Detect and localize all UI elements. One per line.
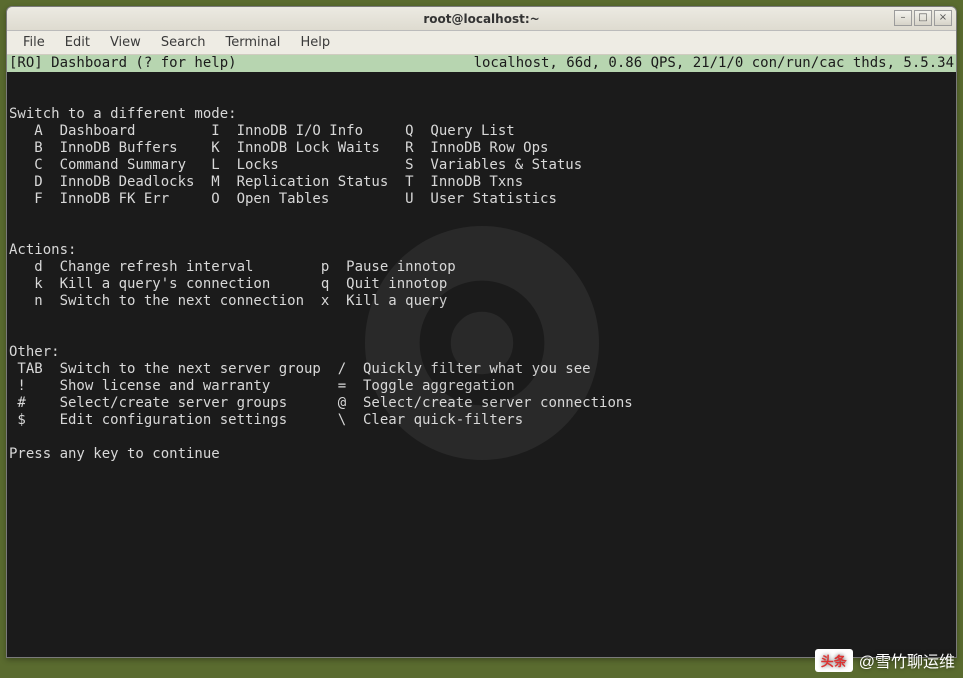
menu-edit[interactable]: Edit	[55, 33, 100, 52]
list-item: TAB Switch to the next server group / Qu…	[9, 361, 954, 378]
terminal-content: Switch to a different mode: A Dashboard …	[7, 72, 956, 480]
blank-line	[9, 89, 17, 105]
list-item: A Dashboard I InnoDB I/O Info Q Query Li…	[9, 123, 954, 140]
attribution-badge: 头条	[815, 649, 853, 672]
menu-terminal[interactable]: Terminal	[215, 33, 290, 52]
list-item: C Command Summary L Locks S Variables & …	[9, 157, 954, 174]
window-controls: – □ ×	[894, 10, 952, 26]
status-right: localhost, 66d, 0.86 QPS, 21/1/0 con/run…	[474, 55, 954, 72]
titlebar: root@localhost:~ – □ ×	[7, 7, 956, 31]
other-title: Other:	[9, 344, 60, 360]
blank-line	[9, 327, 17, 343]
modes-list: A Dashboard I InnoDB I/O Info Q Query Li…	[9, 123, 954, 208]
actions-list: d Change refresh interval p Pause innoto…	[9, 259, 954, 310]
list-item: n Switch to the next connection x Kill a…	[9, 293, 954, 310]
continue-prompt: Press any key to continue	[9, 446, 220, 462]
maximize-button[interactable]: □	[914, 10, 932, 26]
attribution-text: @雪竹聊运维	[859, 648, 955, 672]
minimize-button[interactable]: –	[894, 10, 912, 26]
attribution: 头条 @雪竹聊运维	[815, 648, 955, 672]
terminal-viewport[interactable]: [RO] Dashboard (? for help) localhost, 6…	[7, 55, 956, 657]
list-item: $ Edit configuration settings \ Clear qu…	[9, 412, 954, 429]
modes-title: Switch to a different mode:	[9, 106, 237, 122]
menubar: File Edit View Search Terminal Help	[7, 31, 956, 55]
list-item: d Change refresh interval p Pause innoto…	[9, 259, 954, 276]
actions-title: Actions:	[9, 242, 76, 258]
status-left: [RO] Dashboard (? for help)	[9, 55, 237, 72]
list-item: # Select/create server groups @ Select/c…	[9, 395, 954, 412]
terminal-window: root@localhost:~ – □ × File Edit View Se…	[6, 6, 957, 658]
list-item: B InnoDB Buffers K InnoDB Lock Waits R I…	[9, 140, 954, 157]
menu-help[interactable]: Help	[290, 33, 340, 52]
close-button[interactable]: ×	[934, 10, 952, 26]
list-item: ! Show license and warranty = Toggle agg…	[9, 378, 954, 395]
menu-search[interactable]: Search	[151, 33, 216, 52]
other-list: TAB Switch to the next server group / Qu…	[9, 361, 954, 429]
menu-file[interactable]: File	[13, 33, 55, 52]
list-item: F InnoDB FK Err O Open Tables U User Sta…	[9, 191, 954, 208]
blank-line	[9, 225, 17, 241]
status-line: [RO] Dashboard (? for help) localhost, 6…	[7, 55, 956, 72]
menu-view[interactable]: View	[100, 33, 151, 52]
list-item: D InnoDB Deadlocks M Replication Status …	[9, 174, 954, 191]
list-item: k Kill a query's connection q Quit innot…	[9, 276, 954, 293]
window-title: root@localhost:~	[423, 12, 539, 26]
